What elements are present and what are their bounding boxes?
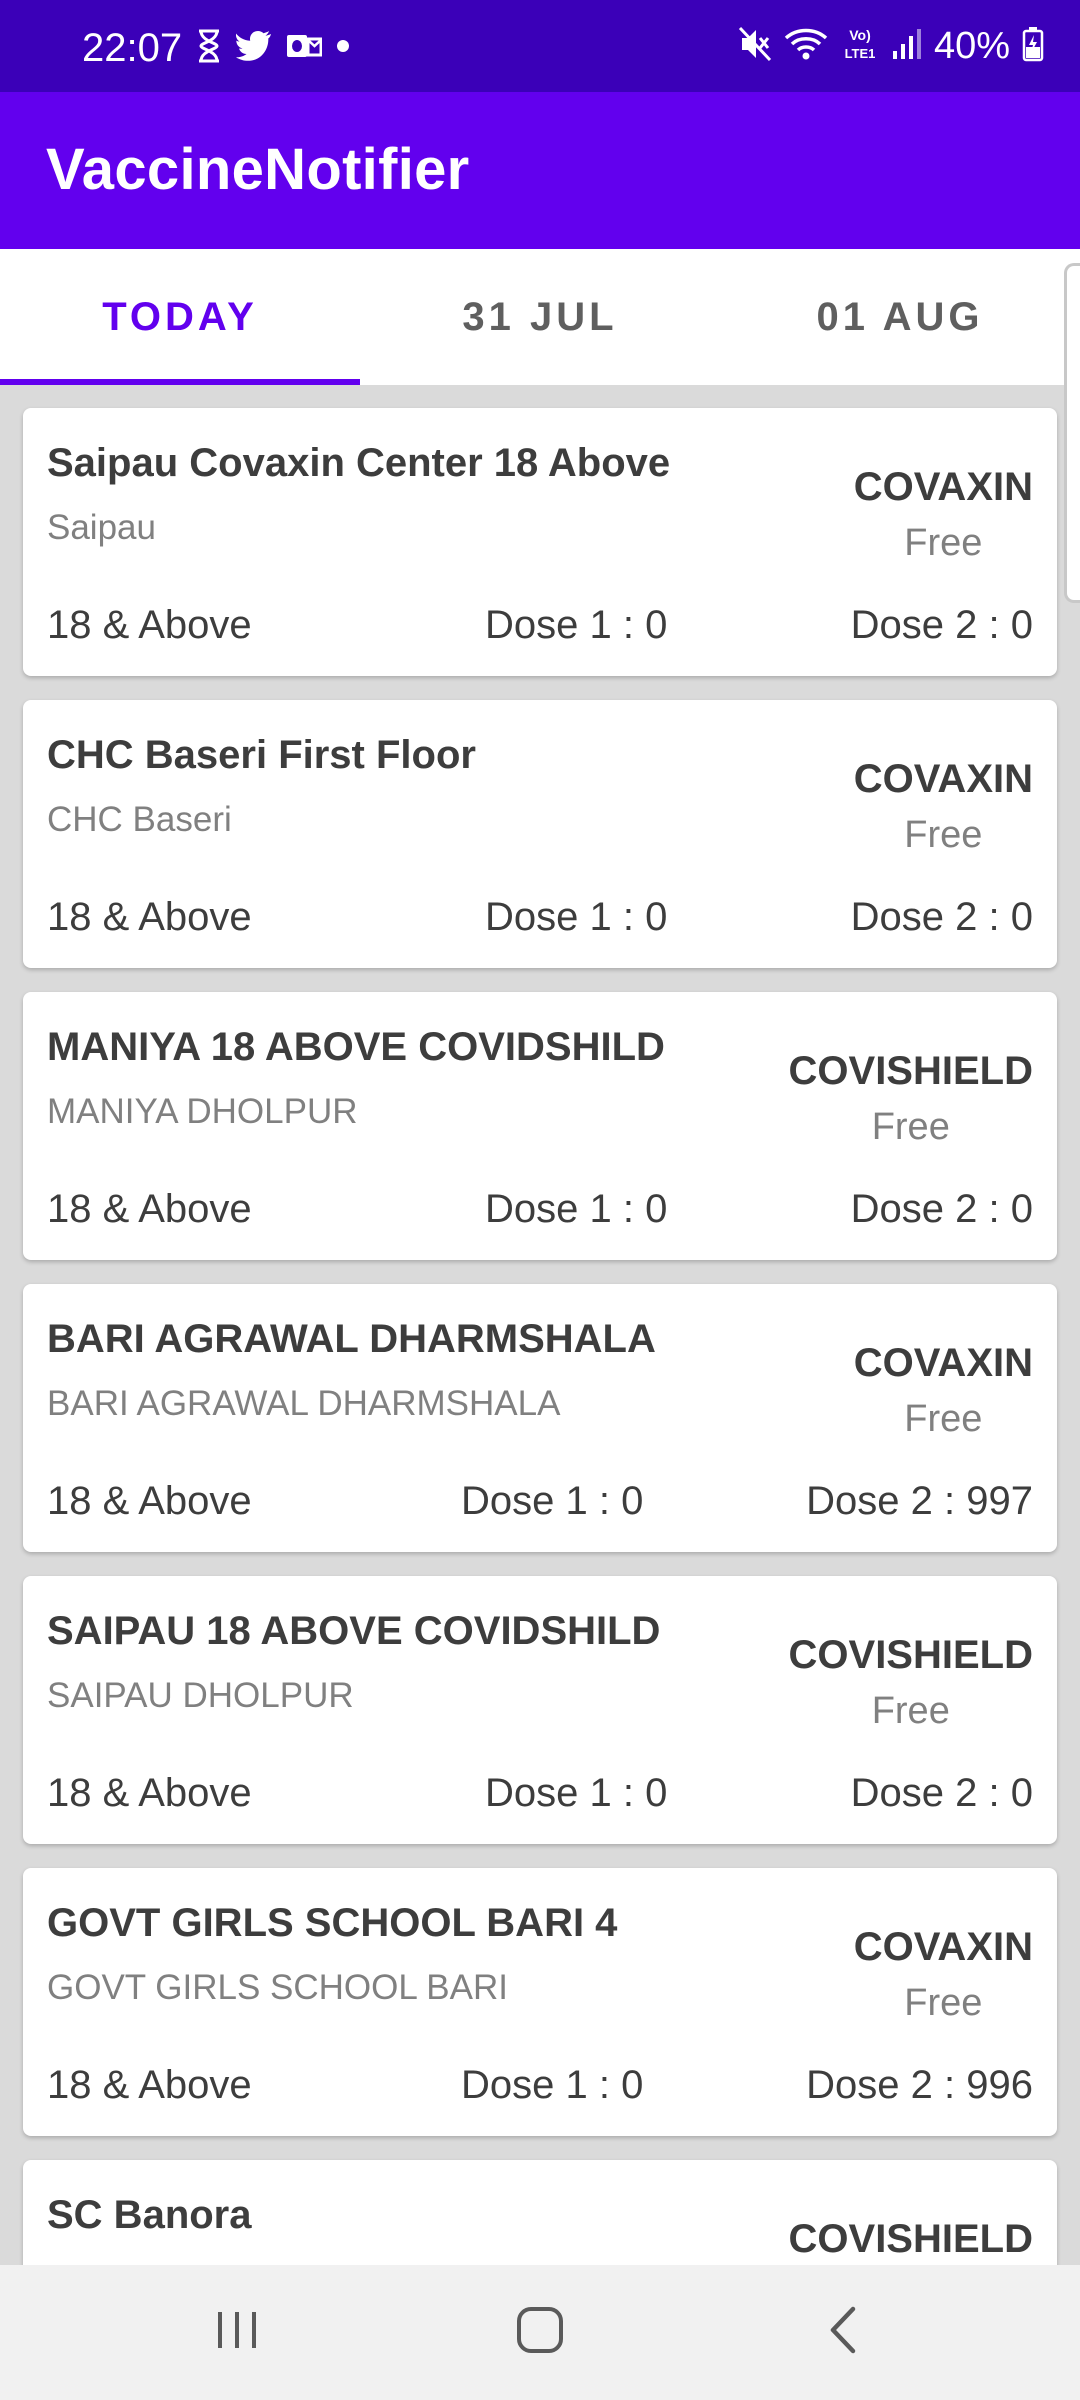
svg-text:LTE1: LTE1 (845, 46, 876, 61)
fee-type: Free (904, 522, 983, 564)
mute-icon (738, 26, 772, 67)
vaccine-name: COVAXIN (853, 1925, 1033, 1969)
fee-type: Free (904, 814, 983, 856)
vaccine-name: COVISHIELD (788, 1049, 1033, 1093)
back-icon (825, 2305, 861, 2360)
age-limit: 18 & Above (47, 1479, 252, 1523)
vaccine-info: COVISHIELD Free (733, 1630, 1033, 1734)
center-name: MANIYA 18 ABOVE COVIDSHILD (47, 1025, 665, 1069)
status-time: 22:07 (82, 26, 183, 70)
system-icons: Vo) LTE1 40% (738, 22, 1044, 70)
vaccine-info: COVAXIN Free (733, 1922, 1033, 2026)
card-details: 18 & Above Dose 1 : 0 Dose 2 : 0 (47, 1184, 1033, 1234)
back-button[interactable] (743, 2265, 943, 2400)
center-address: GOVT GIRLS SCHOOL BARI (47, 1968, 508, 2007)
card-details: 18 & Above Dose 1 : 0 Dose 2 : 0 (47, 892, 1033, 942)
tab-label: 01 AUG (816, 294, 984, 339)
fee-type: Free (904, 1398, 983, 1440)
signal-icon (892, 27, 922, 66)
dose2-capacity: Dose 2 : 996 (806, 2063, 1033, 2107)
app-bar: VaccineNotifier (0, 92, 1080, 249)
fee-type: Free (871, 1690, 950, 1732)
vaccine-info: COVAXIN Free (733, 462, 1033, 566)
dose1-capacity: Dose 1 : 0 (485, 1187, 668, 1231)
vaccine-name: COVAXIN (853, 465, 1033, 509)
twitter-icon (235, 30, 272, 66)
age-limit: 18 & Above (47, 1187, 252, 1231)
hourglass-icon (196, 29, 222, 68)
wifi-icon (784, 26, 828, 67)
outlook-icon (286, 31, 323, 66)
age-limit: 18 & Above (47, 895, 252, 939)
center-address: CHC Baseri (47, 800, 232, 839)
dot-icon (336, 39, 350, 58)
vaccine-info: COVAXIN Free (733, 1338, 1033, 1442)
dose1-capacity: Dose 1 : 0 (461, 2063, 644, 2107)
center-address: MANIYA DHOLPUR (47, 1092, 358, 1131)
card-details: 18 & Above Dose 1 : 0 Dose 2 : 0 (47, 1768, 1033, 1818)
center-card[interactable]: CHC Baseri First Floor CHC Baseri COVAXI… (23, 700, 1057, 968)
dose2-capacity: Dose 2 : 997 (806, 1479, 1033, 1523)
center-card[interactable]: SC Banora COVISHIELD (23, 2160, 1057, 2265)
vaccine-info: COVISHIELD Free (733, 1046, 1033, 1150)
battery-level: 40% (933, 25, 1010, 67)
dose1-capacity: Dose 1 : 0 (485, 1771, 668, 1815)
center-name: SAIPAU 18 ABOVE COVIDSHILD (47, 1609, 661, 1653)
center-card[interactable]: MANIYA 18 ABOVE COVIDSHILD MANIYA DHOLPU… (23, 992, 1057, 1260)
center-name: SC Banora (47, 2193, 252, 2237)
center-card[interactable]: GOVT GIRLS SCHOOL BARI 4 GOVT GIRLS SCHO… (23, 1868, 1057, 2136)
center-card[interactable]: BARI AGRAWAL DHARMSHALA BARI AGRAWAL DHA… (23, 1284, 1057, 1552)
fee-type: Free (904, 1982, 983, 2024)
date-tabs: TODAY 31 JUL 01 AUG (0, 249, 1080, 603)
center-name: CHC Baseri First Floor (47, 733, 476, 777)
center-name: BARI AGRAWAL DHARMSHALA (47, 1317, 656, 1361)
card-details: 18 & Above Dose 1 : 0 Dose 2 : 997 (47, 1476, 1033, 1526)
center-address: SAIPAU DHOLPUR (47, 1676, 354, 1715)
tab-31-jul[interactable]: 31 JUL (360, 249, 720, 385)
dose2-capacity: Dose 2 : 0 (850, 1771, 1033, 1815)
vaccine-info: COVAXIN Free (733, 754, 1033, 858)
navigation-bar (0, 2265, 1080, 2400)
age-limit: 18 & Above (47, 1771, 252, 1815)
dose1-capacity: Dose 1 : 0 (461, 1479, 644, 1523)
tab-label: TODAY (102, 294, 258, 339)
dose2-capacity: Dose 2 : 0 (850, 1187, 1033, 1231)
center-address: Saipau (47, 508, 156, 547)
home-button[interactable] (440, 2265, 640, 2400)
svg-text:Vo): Vo) (849, 27, 871, 43)
center-list[interactable]: Saipau Covaxin Center 18 Above Saipau CO… (0, 385, 1080, 2265)
battery-icon (1022, 26, 1044, 67)
card-details: 18 & Above Dose 1 : 0 Dose 2 : 996 (47, 2060, 1033, 2110)
vaccine-name: COVAXIN (853, 757, 1033, 801)
age-limit: 18 & Above (47, 2063, 252, 2107)
tab-label: 31 JUL (462, 294, 618, 339)
volte-icon: Vo) LTE1 (840, 24, 880, 69)
tab-01-aug[interactable]: 01 AUG (720, 249, 1080, 385)
app-title: VaccineNotifier (46, 137, 470, 202)
center-card[interactable]: Saipau Covaxin Center 18 Above Saipau CO… (23, 408, 1057, 676)
center-name: GOVT GIRLS SCHOOL BARI 4 (47, 1901, 618, 1945)
home-icon (515, 2305, 565, 2360)
dose2-capacity: Dose 2 : 0 (850, 895, 1033, 939)
recents-icon (214, 2307, 260, 2358)
age-limit: 18 & Above (47, 603, 252, 647)
card-details: 18 & Above Dose 1 : 0 Dose 2 : 0 (47, 600, 1033, 650)
center-card[interactable]: SAIPAU 18 ABOVE COVIDSHILD SAIPAU DHOLPU… (23, 1576, 1057, 1844)
status-bar: 22:07 Vo) LTE1 40% (0, 0, 1080, 92)
vaccine-info: COVISHIELD (733, 2214, 1033, 2265)
dose2-capacity: Dose 2 : 0 (850, 603, 1033, 647)
dose1-capacity: Dose 1 : 0 (485, 895, 668, 939)
vaccine-name: COVAXIN (853, 1341, 1033, 1385)
center-address: BARI AGRAWAL DHARMSHALA (47, 1384, 561, 1423)
recents-button[interactable] (137, 2265, 337, 2400)
dose1-capacity: Dose 1 : 0 (485, 603, 668, 647)
vaccine-name: COVISHIELD (788, 2217, 1033, 2261)
tab-today[interactable]: TODAY (0, 249, 360, 385)
center-name: Saipau Covaxin Center 18 Above (47, 441, 671, 485)
vaccine-name: COVISHIELD (788, 1633, 1033, 1677)
fee-type: Free (871, 1106, 950, 1148)
notification-icons (196, 26, 350, 70)
